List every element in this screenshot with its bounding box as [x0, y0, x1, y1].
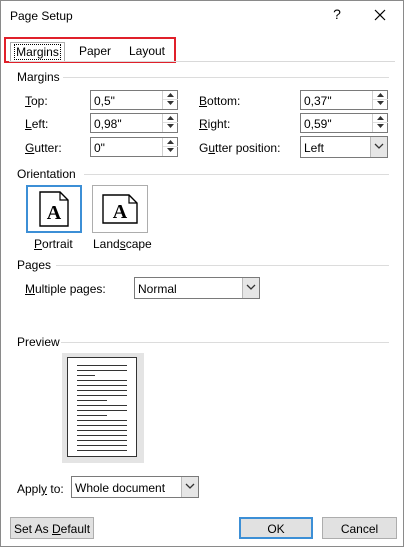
- bottom-margin-spinner[interactable]: 0,37": [300, 90, 388, 110]
- top-margin-decrement[interactable]: [163, 100, 178, 109]
- multiple-pages-dropdown[interactable]: [242, 278, 259, 298]
- tab-margins[interactable]: Margins: [10, 42, 65, 61]
- tab-margins-label: Margins: [14, 44, 61, 60]
- top-label-rest: op:: [31, 94, 48, 108]
- set-as-default-button[interactable]: Set As Default: [10, 517, 94, 539]
- apply-to-dropdown[interactable]: [181, 477, 198, 497]
- left-margin-decrement[interactable]: [163, 123, 178, 132]
- portrait-page-icon: A: [39, 191, 69, 227]
- preview-divider: [61, 342, 389, 343]
- right-margin-increment[interactable]: [373, 114, 388, 123]
- apply-to-value: Whole document: [75, 481, 166, 495]
- right-margin-spinner[interactable]: 0,59": [300, 113, 388, 133]
- title-bar: Page Setup ?: [1, 1, 403, 31]
- margins-section-label: Margins: [17, 70, 60, 84]
- left-margin-increment[interactable]: [163, 114, 178, 123]
- portrait-button[interactable]: A: [26, 185, 82, 233]
- tab-paper[interactable]: Paper: [72, 42, 118, 61]
- left-margin-spinner[interactable]: 0,98": [90, 113, 178, 133]
- pages-divider: [56, 265, 389, 266]
- preview-section-label: Preview: [17, 335, 60, 349]
- chevron-down-icon: [185, 483, 195, 489]
- orientation-divider: [84, 174, 389, 175]
- apply-to-select[interactable]: Whole document: [71, 476, 199, 498]
- left-label: Left:: [25, 117, 49, 131]
- bottom-margin-decrement[interactable]: [373, 100, 388, 109]
- left-margin-value: 0,98": [94, 117, 122, 131]
- landscape-page-icon: A: [102, 194, 138, 224]
- close-button[interactable]: [370, 5, 390, 25]
- gutter-position-select[interactable]: Left: [300, 136, 388, 158]
- multiple-pages-select[interactable]: Normal: [134, 277, 260, 299]
- margins-divider: [63, 77, 389, 78]
- right-label: Right:: [199, 117, 231, 131]
- gutter-position-dropdown[interactable]: [370, 137, 387, 157]
- landscape-glyph: A: [113, 201, 128, 223]
- close-icon: [374, 9, 386, 21]
- tab-layout[interactable]: Layout: [122, 42, 172, 61]
- cancel-button[interactable]: Cancel: [322, 517, 397, 539]
- bottom-margin-increment[interactable]: [373, 91, 388, 100]
- page-setup-dialog: Page Setup ? Margins Paper Layout Margin…: [0, 0, 404, 547]
- orientation-section-label: Orientation: [17, 167, 76, 181]
- top-margin-increment[interactable]: [163, 91, 178, 100]
- apply-to-label: Apply to:: [17, 482, 64, 496]
- landscape-button[interactable]: A: [92, 185, 148, 233]
- top-margin-value: 0,5": [94, 94, 115, 108]
- ok-button[interactable]: OK: [239, 517, 313, 539]
- multiple-pages-value: Normal: [138, 282, 177, 296]
- window-title: Page Setup: [10, 9, 73, 23]
- gutter-value: 0": [94, 141, 105, 155]
- gutter-decrement[interactable]: [163, 147, 178, 156]
- preview-page-thumbnail: [67, 357, 137, 457]
- multiple-pages-label: Multiple pages:: [25, 282, 106, 296]
- chevron-down-icon: [246, 284, 256, 290]
- right-margin-decrement[interactable]: [373, 123, 388, 132]
- landscape-label: Landscape: [93, 237, 152, 251]
- bottom-margin-value: 0,37": [304, 94, 332, 108]
- bottom-label: Bottom:: [199, 94, 241, 108]
- portrait-label: Portrait: [34, 237, 73, 251]
- right-margin-value: 0,59": [304, 117, 332, 131]
- gutter-label: Gutter:: [25, 141, 62, 155]
- top-margin-spinner[interactable]: 0,5": [90, 90, 178, 110]
- gutter-position-value: Left: [304, 141, 325, 155]
- pages-section-label: Pages: [17, 258, 52, 272]
- help-button[interactable]: ?: [329, 6, 345, 26]
- gutter-increment[interactable]: [163, 138, 178, 147]
- gutter-spinner[interactable]: 0": [90, 137, 178, 157]
- chevron-down-icon: [374, 143, 384, 149]
- gutter-position-label: Gutter position:: [199, 141, 281, 155]
- tab-panel-border: [9, 61, 395, 62]
- portrait-glyph: A: [47, 202, 62, 224]
- top-label: Top:: [25, 94, 48, 108]
